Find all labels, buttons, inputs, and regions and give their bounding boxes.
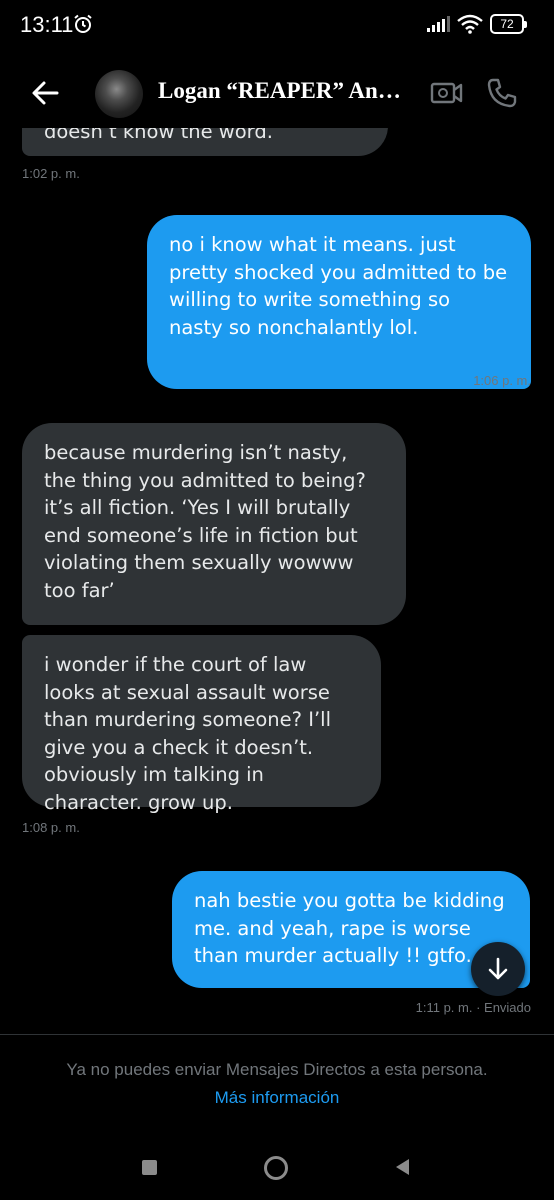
received-message[interactable]: because murdering isn’t nasty, the thing… <box>22 423 406 625</box>
video-call-icon[interactable] <box>430 78 464 108</box>
received-message[interactable]: i wonder if the court of law looks at se… <box>22 635 381 814</box>
phone-icon[interactable] <box>486 77 518 109</box>
message-timestamp: 1:11 p. m. · Enviado <box>415 1000 531 1015</box>
nav-home-icon[interactable] <box>264 1156 288 1180</box>
system-nav-bar <box>0 1130 554 1200</box>
back-arrow-icon[interactable] <box>30 78 60 108</box>
divider <box>0 1034 554 1035</box>
avatar[interactable] <box>95 70 143 118</box>
dm-restricted-notice: Ya no puedes enviar Mensajes Directos a … <box>66 1060 488 1079</box>
message-timestamp: 1:02 p. m. <box>22 166 80 181</box>
message-timestamp: 1:06 p. m. <box>473 373 531 388</box>
received-message[interactable]: doesn’t know the word. <box>22 128 388 156</box>
scroll-to-bottom-button[interactable] <box>471 942 525 996</box>
status-time: 13:11 <box>20 12 74 37</box>
nav-recents-icon[interactable] <box>142 1160 157 1175</box>
wifi-icon <box>457 14 483 34</box>
conversation-header: Logan “REAPER” Anderson <box>0 58 554 128</box>
battery-icon: 72 <box>490 14 527 34</box>
message-timestamp: 1:08 p. m. <box>22 820 80 835</box>
alarm-icon <box>74 14 92 33</box>
message-thread[interactable]: doesn’t know the word. 1:02 p. m. no i k… <box>0 128 554 1034</box>
contact-name[interactable]: Logan “REAPER” Anderson <box>158 78 413 104</box>
sent-message[interactable]: no i know what it means. just pretty sho… <box>147 215 531 389</box>
signal-icon <box>427 16 450 32</box>
status-bar: 13:11 72 <box>0 0 554 52</box>
nav-back-icon[interactable] <box>394 1158 410 1176</box>
arrow-down-icon <box>488 957 508 980</box>
more-info-link[interactable]: Más información <box>0 1088 554 1108</box>
